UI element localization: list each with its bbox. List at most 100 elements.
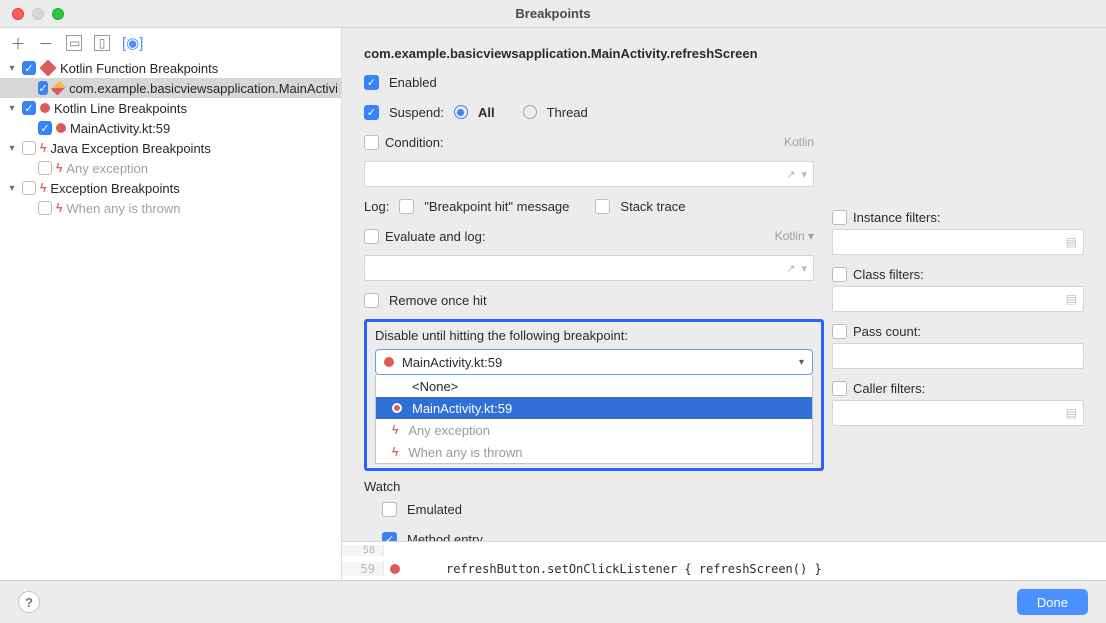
caller-filters-checkbox[interactable] <box>832 381 847 396</box>
done-button[interactable]: Done <box>1017 589 1088 615</box>
caller-filters-label: Caller filters: <box>853 381 925 396</box>
pass-count-checkbox[interactable] <box>832 324 847 339</box>
condition-checkbox[interactable] <box>364 135 379 150</box>
line-breakpoint-icon[interactable] <box>390 564 400 574</box>
group-by-package-icon[interactable]: ▭ <box>66 35 82 51</box>
checkbox[interactable]: ✓ <box>38 121 52 135</box>
checkbox[interactable]: ✓ <box>22 61 36 75</box>
dropdown-item[interactable]: ϟ When any is thrown <box>376 441 812 463</box>
exception-bolt-icon: ϟ <box>56 161 62 175</box>
instance-filters-input[interactable]: ▤ <box>832 229 1084 255</box>
instance-filters-checkbox[interactable] <box>832 210 847 225</box>
exception-bolt-icon: ϟ <box>40 181 46 195</box>
tree-item-label: MainActivity.kt:59 <box>70 121 170 136</box>
class-filters-checkbox[interactable] <box>832 267 847 282</box>
checkbox[interactable] <box>22 141 36 155</box>
chevron-down-icon[interactable]: ▾ <box>6 143 18 154</box>
expand-icon[interactable]: ↗ <box>786 168 795 181</box>
kotlin-diamond-icon <box>40 60 57 77</box>
tree-item[interactable]: ϟ Any exception <box>0 158 341 178</box>
log-message-checkbox[interactable] <box>399 199 414 214</box>
tree-group-label: Exception Breakpoints <box>50 181 179 196</box>
checkbox[interactable] <box>38 161 52 175</box>
chevron-down-icon[interactable]: ▾ <box>6 63 18 74</box>
log-stacktrace-label: Stack trace <box>620 199 685 214</box>
evaluate-checkbox[interactable] <box>364 229 379 244</box>
tree-group[interactable]: ▾ ϟ Exception Breakpoints <box>0 178 341 198</box>
pass-count-input[interactable] <box>832 343 1084 369</box>
chevron-down-icon: ▾ <box>799 357 804 368</box>
tree-group[interactable]: ▾ ✓ Kotlin Function Breakpoints <box>0 58 341 78</box>
dropdown-caret-icon[interactable]: ▾ <box>801 168 807 181</box>
line-breakpoint-icon <box>56 123 66 133</box>
dropdown-item[interactable]: MainActivity.kt:59 <box>376 397 812 419</box>
tree-item[interactable]: ϟ When any is thrown <box>0 198 341 218</box>
line-breakpoint-icon <box>384 357 394 367</box>
line-breakpoint-icon <box>392 403 402 413</box>
dialog-footer: ? Done <box>0 580 1106 623</box>
tree-group[interactable]: ▾ ϟ Java Exception Breakpoints <box>0 138 341 158</box>
browse-icon[interactable]: ▤ <box>1066 235 1077 249</box>
checkbox[interactable] <box>22 181 36 195</box>
log-label: Log: <box>364 199 389 214</box>
watch-section-label: Watch <box>364 479 1084 494</box>
code-gutter: 59 <box>342 562 384 576</box>
dropdown-caret-icon[interactable]: ▾ <box>801 262 807 275</box>
emulated-label: Emulated <box>407 502 462 517</box>
titlebar: Breakpoints <box>0 0 1106 28</box>
tree-item[interactable]: ✓ MainActivity.kt:59 <box>0 118 341 138</box>
remove-once-hit-label: Remove once hit <box>389 293 487 308</box>
condition-lang-hint[interactable]: Kotlin <box>784 135 814 149</box>
group-by-file-icon[interactable]: ▯ <box>94 35 110 51</box>
checkbox[interactable]: ✓ <box>22 101 36 115</box>
log-stacktrace-checkbox[interactable] <box>595 199 610 214</box>
tree-group[interactable]: ▾ ✓ Kotlin Line Breakpoints <box>0 98 341 118</box>
add-icon[interactable]: ＋ <box>10 33 26 54</box>
enabled-label: Enabled <box>389 75 437 90</box>
disable-until-label: Disable until hitting the following brea… <box>375 328 813 343</box>
enabled-checkbox[interactable]: ✓ <box>364 75 379 90</box>
filters-column: Instance filters: ▤ Class filters: ▤ Pas… <box>832 210 1084 432</box>
caller-filters-input[interactable]: ▤ <box>832 400 1084 426</box>
dropdown-item[interactable]: ϟ Any exception <box>376 419 812 441</box>
combo-value: MainActivity.kt:59 <box>402 355 502 370</box>
browse-icon[interactable]: ▤ <box>1066 406 1077 420</box>
exception-bolt-icon: ϟ <box>40 141 46 155</box>
tree-item[interactable]: ✓ com.example.basicviewsapplication.Main… <box>0 78 341 98</box>
suspend-all-radio[interactable] <box>454 105 468 119</box>
dropdown-item-label: When any is thrown <box>408 445 522 460</box>
tree-group-label: Kotlin Function Breakpoints <box>60 61 218 76</box>
chevron-down-icon[interactable]: ▾ <box>6 183 18 194</box>
evaluate-input[interactable]: ↗ ▾ <box>364 255 814 281</box>
view-options-icon[interactable]: [◉] <box>122 34 138 52</box>
suspend-checkbox[interactable]: ✓ <box>364 105 379 120</box>
dropdown-item-label: MainActivity.kt:59 <box>412 401 512 416</box>
evaluate-label: Evaluate and log: <box>385 229 485 244</box>
emulated-checkbox[interactable] <box>382 502 397 517</box>
code-preview: 58 59 refreshButton.setOnClickListener {… <box>342 541 1106 580</box>
tree-group-label: Kotlin Line Breakpoints <box>54 101 187 116</box>
disable-until-dropdown: <None> MainActivity.kt:59 ϟ Any exceptio… <box>375 375 813 464</box>
remove-once-hit-checkbox[interactable] <box>364 293 379 308</box>
disable-until-highlight: Disable until hitting the following brea… <box>364 319 824 471</box>
remove-icon[interactable]: － <box>38 33 54 54</box>
checkbox[interactable]: ✓ <box>38 81 48 95</box>
suspend-label: Suspend: <box>389 105 444 120</box>
condition-input[interactable]: ↗ ▾ <box>364 161 814 187</box>
checkbox[interactable] <box>38 201 52 215</box>
browse-icon[interactable]: ▤ <box>1066 292 1077 306</box>
pass-count-label: Pass count: <box>853 324 921 339</box>
dropdown-item[interactable]: <None> <box>376 375 812 397</box>
suspend-thread-radio[interactable] <box>523 105 537 119</box>
breakpoints-tree: ▾ ✓ Kotlin Function Breakpoints ✓ com.ex… <box>0 58 341 218</box>
evaluate-lang-hint[interactable]: Kotlin ▾ <box>775 229 814 243</box>
expand-icon[interactable]: ↗ <box>786 262 795 275</box>
code-gutter: 58 <box>342 545 384 556</box>
function-breakpoint-icon <box>51 81 66 96</box>
chevron-down-icon[interactable]: ▾ <box>6 103 18 114</box>
class-filters-input[interactable]: ▤ <box>832 286 1084 312</box>
disable-until-combo[interactable]: MainActivity.kt:59 ▾ <box>375 349 813 375</box>
breakpoint-details-panel: com.example.basicviewsapplication.MainAc… <box>342 28 1106 580</box>
help-button[interactable]: ? <box>18 591 40 613</box>
code-text: refreshButton.setOnClickListener { refre… <box>406 562 822 576</box>
